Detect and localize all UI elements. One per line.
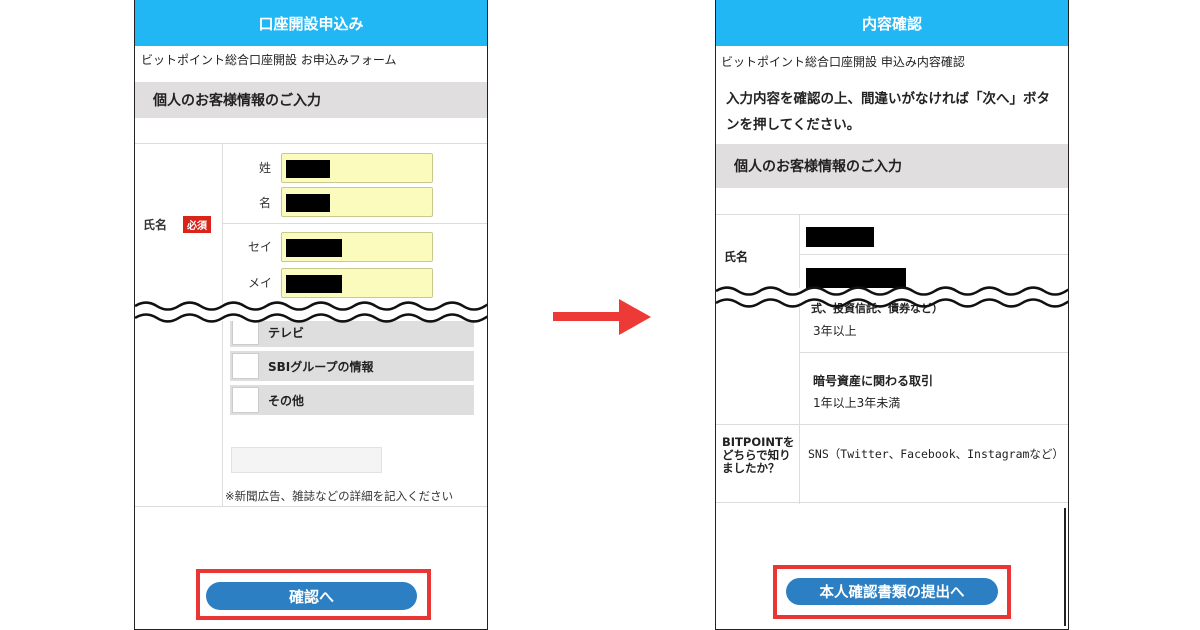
source-label: BITPOINTをどちらで知りましたか？ <box>722 435 795 475</box>
redaction <box>286 275 342 293</box>
divider <box>135 506 487 507</box>
field-label: セイ <box>248 240 273 254</box>
divider <box>222 318 223 506</box>
confirmation-screen: 内容確認 ビットポイント総合口座開設 申込み内容確認 入力内容を確認の上、間違い… <box>715 0 1069 630</box>
option-sbi-group[interactable]: SBIグループの情報 <box>230 351 474 381</box>
header-title: 内容確認 <box>716 0 1068 46</box>
field-label: 名 <box>259 196 272 210</box>
divider <box>799 254 1068 255</box>
divider <box>716 424 1068 425</box>
option-label: その他 <box>268 394 305 408</box>
form-screen: 口座開設申込み ビットポイント総合口座開設 お申込みフォーム 個人のお客様情報の… <box>134 0 488 630</box>
divider <box>222 143 223 308</box>
form-name: ビットポイント総合口座開設 申込み内容確認 <box>721 55 965 69</box>
redaction <box>806 227 874 247</box>
cut-mark <box>716 286 1068 308</box>
divider <box>716 502 1068 503</box>
redaction <box>286 194 330 212</box>
divider <box>135 143 487 144</box>
arrow-right-icon <box>553 299 651 335</box>
option-other[interactable]: その他 <box>230 385 474 415</box>
instruction-text: 入力内容を確認の上、間違いがなければ「次へ」ボタンを押してください。 <box>726 91 1050 133</box>
divider <box>716 214 1068 215</box>
last-name-kana-input[interactable] <box>281 232 433 262</box>
last-name-input[interactable] <box>281 153 433 183</box>
other-detail-input[interactable] <box>231 447 382 473</box>
source-value: SNS（Twitter、Facebook、Instagramなど） <box>808 447 1064 461</box>
first-name-kana-input[interactable] <box>281 268 433 298</box>
cut-mark <box>135 301 487 323</box>
field-label: メイ <box>248 276 273 290</box>
crypto-experience-value: 1年以上3年未満 <box>813 396 901 410</box>
partial-item-value: 3年以上 <box>813 324 857 338</box>
highlight-box <box>196 569 431 620</box>
checkbox[interactable] <box>232 353 259 379</box>
crypto-experience-label: 暗号資産に関わる取引 <box>813 374 934 388</box>
divider <box>222 223 487 224</box>
divider <box>799 214 800 504</box>
name-label: 氏名 <box>724 250 749 264</box>
name-label: 氏名 <box>143 218 168 232</box>
divider <box>799 352 1068 353</box>
header-title: 口座開設申込み <box>135 0 487 46</box>
required-badge: 必須 <box>183 216 211 233</box>
first-name-input[interactable] <box>281 187 433 217</box>
highlight-box <box>773 565 1011 619</box>
scrollbar[interactable] <box>1064 508 1066 626</box>
option-label: SBIグループの情報 <box>268 360 374 374</box>
section-title: 個人のお客様情報のご入力 <box>716 144 1068 188</box>
redaction <box>286 160 330 178</box>
checkbox[interactable] <box>232 387 259 413</box>
field-label: 姓 <box>259 161 272 175</box>
redaction <box>286 239 342 257</box>
section-title: 個人のお客様情報のご入力 <box>135 82 487 118</box>
note-text: ※新聞広告、雑誌などの詳細を記入ください <box>225 489 454 503</box>
form-name: ビットポイント総合口座開設 お申込みフォーム <box>141 53 397 67</box>
